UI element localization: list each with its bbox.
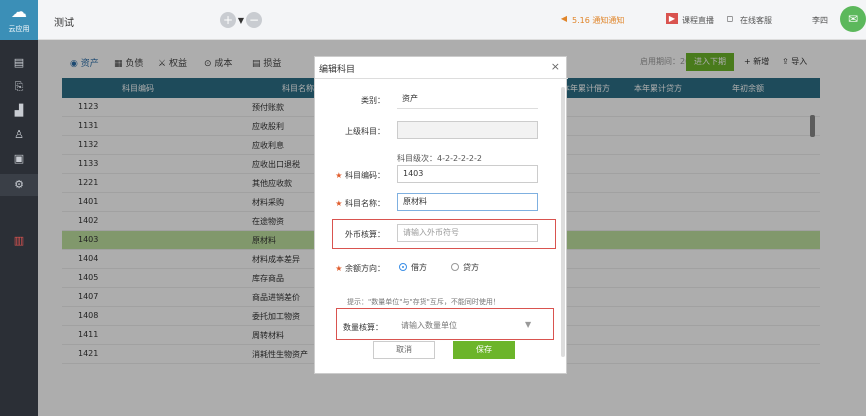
code-label: ★ 科目编码： bbox=[335, 171, 385, 180]
parent-account-field[interactable] bbox=[397, 121, 538, 139]
quantity-highlight-box bbox=[336, 308, 554, 340]
cancel-button[interactable]: 取消 bbox=[373, 341, 435, 359]
account-name-field[interactable]: 原材料 bbox=[397, 193, 538, 211]
level-hint: 科目级次：4-2-2-2-2-2 bbox=[397, 154, 482, 163]
user-icon[interactable]: ♙ bbox=[0, 124, 38, 146]
chevron-down-icon: ▼ bbox=[237, 16, 244, 25]
account-code-field[interactable]: 1403 bbox=[397, 165, 538, 183]
dialog-title: 编辑科目 bbox=[319, 65, 356, 75]
settings-icon[interactable]: ⚙ bbox=[0, 174, 38, 196]
list-icon[interactable]: ▤ bbox=[0, 52, 38, 74]
dialog-header: 编辑科目 × bbox=[315, 57, 568, 79]
category-value: 资产 bbox=[397, 91, 538, 109]
direction-label: ★ 余额方向： bbox=[335, 264, 385, 273]
account-name: 测试 bbox=[54, 18, 74, 29]
radio-unchecked-icon bbox=[451, 263, 459, 271]
voucher-icon[interactable]: ⎘ bbox=[0, 76, 38, 98]
save-button[interactable]: 保存 bbox=[453, 341, 515, 359]
notice-text[interactable]: 5.16 通知通知 bbox=[572, 15, 624, 26]
live-icon: ▶ bbox=[666, 13, 678, 24]
topbar: 测试 ▼ + − ◀ 5.16 通知通知 ▶ 课程直播 ◻ 在线客服 李四 ✉ bbox=[38, 0, 866, 40]
cloud-app-label: 云应用 bbox=[8, 25, 30, 33]
user-name[interactable]: 李四 bbox=[812, 15, 828, 26]
service-icon: ◻ bbox=[726, 14, 734, 23]
cloud-icon: ☁ bbox=[11, 2, 27, 21]
sidebar: ☁ 云应用 ▤ ⎘ ▟ ♙ ▣ ⚙ ▥ bbox=[0, 0, 38, 416]
currency-highlight-box bbox=[332, 219, 556, 249]
parent-label: 上级科目： bbox=[345, 127, 385, 136]
category-label: 类别： bbox=[361, 96, 385, 105]
cloud-app-button[interactable]: ☁ 云应用 bbox=[0, 0, 38, 40]
dialog-scrollbar[interactable] bbox=[561, 87, 565, 357]
radio-checked-icon bbox=[399, 263, 407, 271]
trash-icon[interactable]: ▥ bbox=[0, 230, 38, 252]
report-icon[interactable]: ▣ bbox=[0, 148, 38, 170]
online-service-link[interactable]: 在线客服 bbox=[740, 15, 772, 26]
chart-icon[interactable]: ▟ bbox=[0, 100, 38, 122]
account-select[interactable]: 测试 ▼ bbox=[54, 14, 244, 30]
course-live-link[interactable]: 课程直播 bbox=[682, 15, 714, 26]
speaker-icon: ◀ bbox=[560, 14, 568, 23]
close-icon[interactable]: × bbox=[551, 60, 560, 73]
direction-debit-radio[interactable]: 借方 bbox=[399, 262, 427, 273]
avatar[interactable]: ✉ bbox=[840, 6, 866, 32]
minus-icon[interactable]: − bbox=[246, 12, 262, 28]
direction-credit-radio[interactable]: 贷方 bbox=[451, 262, 479, 273]
exclusive-tip: 提示："数量单位"与"存货"互斥，不能同时使用！ bbox=[347, 298, 500, 306]
add-icon[interactable]: + bbox=[220, 12, 236, 28]
name-label: ★ 科目名称： bbox=[335, 199, 385, 208]
